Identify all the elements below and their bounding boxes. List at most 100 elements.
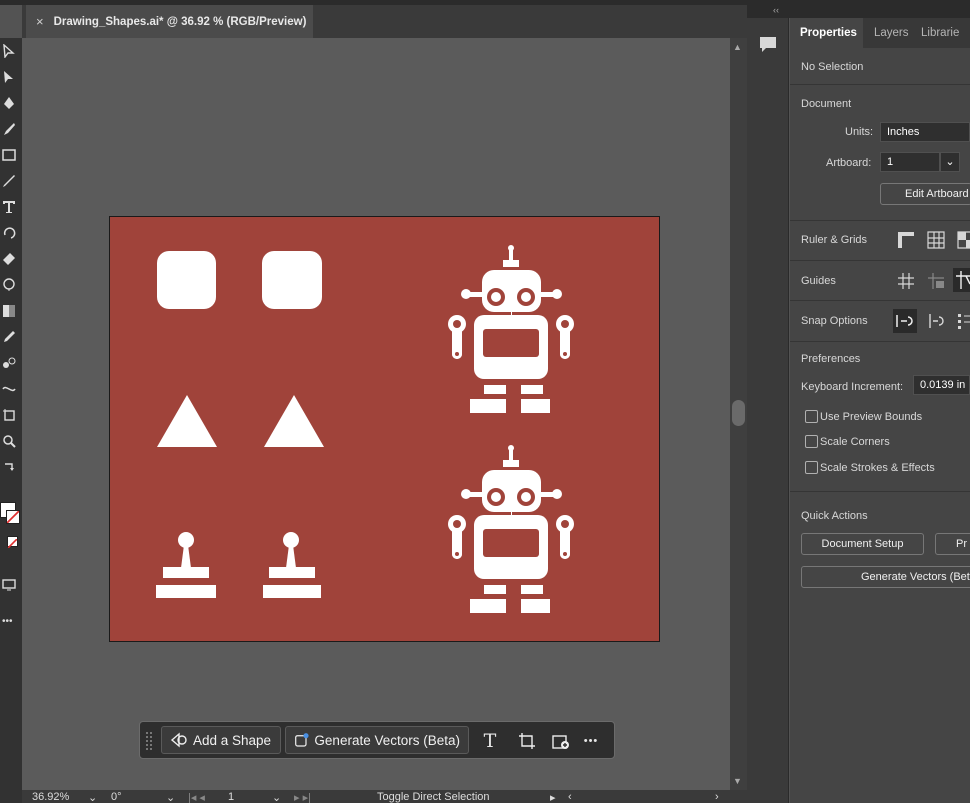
- show-guides-icon[interactable]: [897, 272, 915, 290]
- use-preview-bounds-checkbox[interactable]: [805, 410, 818, 423]
- vertical-scrollbar[interactable]: ▲ ▼: [730, 38, 747, 790]
- lock-guides-icon[interactable]: [927, 272, 945, 290]
- more-options-icon[interactable]: •••: [580, 730, 602, 752]
- selection-state: No Selection: [801, 61, 864, 73]
- triangle-shape: [157, 395, 217, 447]
- hscroll-right-icon[interactable]: ›: [715, 791, 719, 803]
- hscroll-left-icon[interactable]: ‹: [568, 791, 572, 803]
- drag-handle-icon[interactable]: [146, 732, 152, 750]
- artboard-dropdown-icon[interactable]: ⌄: [272, 791, 281, 803]
- section-divider: [790, 300, 970, 301]
- edit-artboards-button[interactable]: Edit Artboard: [880, 183, 970, 205]
- joystick-shape: [263, 532, 321, 598]
- rounded-square-shape: [262, 251, 322, 309]
- keyboard-increment-field[interactable]: 0.0139 in: [913, 375, 970, 395]
- panel-tabs: Properties Layers Librarie: [790, 18, 970, 48]
- direct-selection-tool-icon[interactable]: [2, 70, 16, 84]
- preferences-button[interactable]: Pr: [935, 533, 970, 555]
- zoom-dropdown-icon[interactable]: ⌄: [88, 791, 97, 803]
- robot-shape: [448, 445, 574, 613]
- use-preview-bounds-label: Use Preview Bounds: [820, 411, 923, 423]
- crop-icon[interactable]: [516, 730, 538, 752]
- document-setup-button[interactable]: Document Setup: [801, 533, 924, 555]
- grid-icon[interactable]: [927, 231, 945, 249]
- collapse-panels-icon[interactable]: ‹‹: [773, 5, 779, 15]
- artboard-select[interactable]: 1: [880, 152, 940, 172]
- selection-tool-icon[interactable]: [2, 44, 16, 58]
- section-divider: [790, 491, 970, 492]
- document-tab-bar: × Drawing_Shapes.ai* @ 36.92 % (RGB/Prev…: [22, 5, 747, 38]
- panel-collapse-bar[interactable]: ‹‹: [747, 5, 970, 18]
- generate-vectors-button[interactable]: Generate Vectors (Beta): [285, 726, 469, 754]
- contextual-task-bar: Add a Shape Generate Vectors (Beta) T ••…: [139, 721, 615, 759]
- scroll-up-icon[interactable]: ▲: [733, 42, 742, 52]
- none-swatch-icon[interactable]: [7, 536, 18, 549]
- eraser-tool-icon[interactable]: [2, 252, 16, 266]
- rectangle-tool-icon[interactable]: [2, 148, 16, 162]
- robot-shape: [448, 245, 574, 413]
- panel-dock-strip: [747, 18, 789, 803]
- artboard-number[interactable]: 1: [228, 791, 234, 803]
- ruler-grids-label: Ruler & Grids: [801, 234, 868, 246]
- rotate-tool-icon[interactable]: [2, 226, 16, 240]
- guides-label: Guides: [801, 275, 836, 287]
- snap-to-pixel-icon[interactable]: [927, 312, 945, 330]
- units-select[interactable]: Inches: [880, 122, 970, 142]
- artboard[interactable]: [109, 216, 660, 642]
- first-artboard-icon[interactable]: |◂ ◂: [188, 791, 205, 803]
- scroll-thumb[interactable]: [732, 400, 745, 426]
- pen-tool-icon[interactable]: [2, 96, 16, 110]
- stroke-swatch-icon[interactable]: [6, 510, 20, 524]
- section-divider: [790, 260, 970, 261]
- tab-layers[interactable]: Layers: [874, 27, 909, 39]
- tab-libraries[interactable]: Librarie: [921, 27, 959, 39]
- joystick-shape: [156, 532, 216, 598]
- artboard-tool-icon[interactable]: [2, 408, 16, 422]
- more-tools-icon[interactable]: •••: [2, 616, 16, 630]
- type-tool-icon[interactable]: [2, 200, 16, 214]
- place-image-icon[interactable]: [550, 730, 572, 752]
- screen-mode-icon[interactable]: [2, 578, 16, 592]
- smart-guides-icon[interactable]: [953, 268, 970, 292]
- tab-properties[interactable]: Properties: [800, 27, 857, 39]
- width-tool-icon[interactable]: [2, 382, 16, 396]
- preferences-heading: Preferences: [801, 353, 861, 365]
- comments-icon[interactable]: [757, 34, 779, 56]
- artboard-artwork: [156, 245, 574, 613]
- canvas[interactable]: [22, 38, 730, 790]
- section-divider: [790, 84, 970, 85]
- scale-strokes-checkbox[interactable]: [805, 461, 818, 474]
- document-heading: Document: [801, 98, 852, 110]
- last-artboard-icon[interactable]: ▸ ▸|: [294, 791, 311, 803]
- swap-colors-icon[interactable]: [2, 460, 16, 474]
- ruler-icon[interactable]: [897, 231, 915, 249]
- rotation-dropdown-icon[interactable]: ⌄: [166, 791, 175, 803]
- zoom-level[interactable]: 36.92%: [32, 791, 69, 803]
- rotation-value[interactable]: 0°: [111, 791, 122, 803]
- shaper-tool-icon[interactable]: [2, 278, 16, 292]
- document-title: Drawing_Shapes.ai* @ 36.92 % (RGB/Previe…: [53, 15, 307, 28]
- tools-panel: •••: [0, 38, 22, 803]
- snap-to-point-icon[interactable]: [893, 309, 917, 333]
- zoom-tool-icon[interactable]: [2, 434, 16, 448]
- eyedropper-tool-icon[interactable]: [2, 330, 16, 344]
- snap-options-label: Snap Options: [801, 315, 868, 327]
- type-icon[interactable]: T: [479, 730, 501, 752]
- blend-tool-icon[interactable]: [2, 356, 16, 370]
- scroll-down-icon[interactable]: ▼: [733, 776, 742, 786]
- quick-actions-heading: Quick Actions: [801, 510, 868, 522]
- section-divider: [790, 341, 970, 342]
- status-menu-icon[interactable]: ▸: [550, 791, 556, 803]
- pencil-tool-icon[interactable]: [2, 174, 16, 188]
- add-shape-button[interactable]: Add a Shape: [161, 726, 281, 754]
- gradient-tool-icon[interactable]: [2, 304, 16, 318]
- artboard-dropdown-icon[interactable]: ⌄: [940, 152, 960, 172]
- scale-corners-checkbox[interactable]: [805, 435, 818, 448]
- transparency-grid-icon[interactable]: [957, 231, 970, 249]
- document-tab[interactable]: × Drawing_Shapes.ai* @ 36.92 % (RGB/Prev…: [26, 5, 313, 38]
- close-tab-icon[interactable]: ×: [36, 14, 44, 29]
- brush-tool-icon[interactable]: [2, 122, 16, 136]
- generate-vectors-panel-button[interactable]: Generate Vectors (Bet: [801, 566, 970, 588]
- add-shape-icon: [170, 732, 187, 748]
- snap-to-glyph-icon[interactable]: [956, 312, 970, 330]
